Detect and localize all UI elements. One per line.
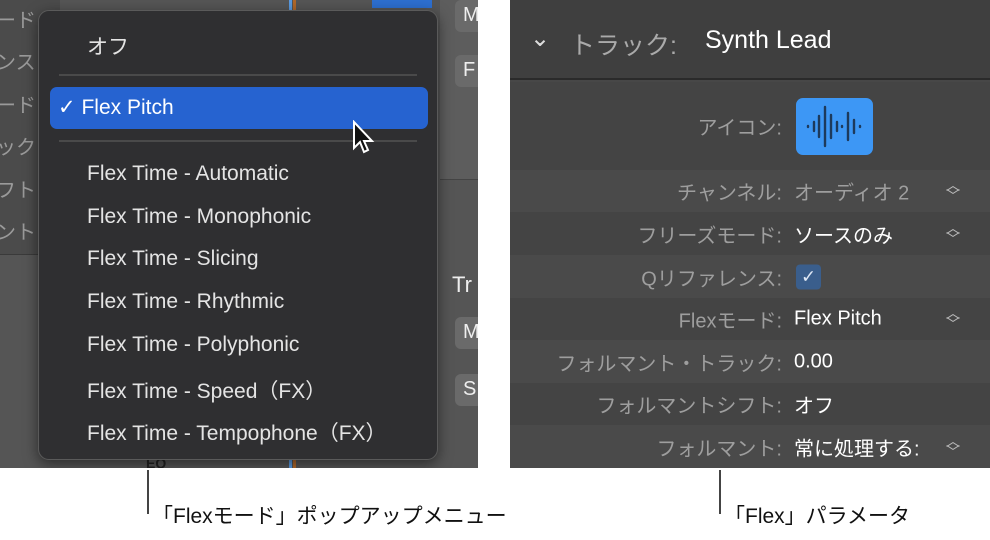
- caption-flex-mode-popup: 「Flexモード」ポップアップメニュー: [152, 505, 507, 528]
- bg-button[interactable]: M: [455, 317, 478, 349]
- row-label: Qリファレンス:: [641, 268, 782, 290]
- menu-item-flex-time-tempophone[interactable]: Flex Time - Tempophone（FX）: [87, 417, 387, 447]
- formant-shift-value[interactable]: オフ: [794, 390, 834, 419]
- header-prefix: トラック:: [570, 32, 677, 60]
- row-label: フォルマント・トラック:: [556, 353, 782, 375]
- row-icon: アイコン:: [510, 82, 990, 170]
- row-q-reference: Qリファレンス: ✓: [510, 255, 990, 298]
- row-label: チャンネル:: [677, 182, 782, 205]
- inspector-header[interactable]: ⌄ トラック: Synth Lead: [510, 0, 990, 80]
- stepper-icon[interactable]: ︿ ﹀: [946, 221, 960, 246]
- channel-value: オーディオ 2: [794, 182, 910, 205]
- stepper-icon[interactable]: ︿ ﹀: [946, 434, 960, 459]
- waveform-icon: [806, 105, 862, 148]
- bg-button[interactable]: M: [455, 0, 478, 32]
- bg-label: ード: [0, 95, 36, 117]
- row-label: フォルマント:: [656, 438, 782, 460]
- row-flex-mode[interactable]: Flexモード: Flex Pitch ︿ ﹀: [510, 298, 990, 340]
- freeze-mode-popup[interactable]: ソースのみ: [794, 219, 893, 248]
- menu-item-flex-time-monophonic[interactable]: Flex Time - Monophonic: [87, 205, 311, 229]
- menu-separator: [59, 74, 417, 76]
- flex-mode-popup-menu: オフ ✓ Flex Pitch Flex Time - Automatic Fl…: [38, 10, 438, 460]
- bg-button[interactable]: F: [455, 55, 478, 87]
- stepper-icon[interactable]: ︿ ﹀: [946, 306, 960, 331]
- bg-button[interactable]: S: [455, 374, 478, 406]
- mouse-cursor-icon: [353, 120, 375, 154]
- row-freeze-mode[interactable]: フリーズモード: ソースのみ ︿ ﹀: [510, 212, 990, 255]
- track-icon-button[interactable]: [796, 98, 873, 155]
- track-name: Synth Lead: [705, 26, 832, 54]
- row-channel: チャンネル: オーディオ 2 ︿ ﹀: [510, 170, 990, 212]
- row-label: アイコン:: [697, 117, 782, 140]
- menu-item-off[interactable]: オフ: [87, 31, 129, 61]
- row-label: フリーズモード:: [637, 225, 782, 247]
- bg-label: ード: [0, 10, 36, 32]
- menu-item-flex-time-slicing[interactable]: Flex Time - Slicing: [87, 247, 259, 271]
- chevron-down-icon[interactable]: ⌄: [530, 24, 550, 53]
- flex-mode-popup[interactable]: Flex Pitch: [794, 308, 882, 331]
- menu-item-flex-time-speed[interactable]: Flex Time - Speed（FX）: [87, 375, 326, 405]
- checkmark-icon: ✓: [58, 96, 76, 119]
- row-formant-track: フォルマント・トラック: 0.00: [510, 340, 990, 383]
- bg-blue-button: [372, 0, 432, 8]
- bg-label: ント: [0, 222, 36, 244]
- callout-line: [719, 470, 721, 514]
- menu-item-flex-time-rhythmic[interactable]: Flex Time - Rhythmic: [87, 290, 284, 314]
- formant-track-value[interactable]: 0.00: [794, 350, 833, 373]
- row-formant-shift: フォルマントシフト: オフ: [510, 383, 990, 425]
- menu-item-label: Flex Pitch: [81, 96, 174, 119]
- q-reference-checkbox[interactable]: ✓: [796, 264, 821, 289]
- menu-item-flex-time-polyphonic[interactable]: Flex Time - Polyphonic: [87, 333, 299, 357]
- bg-label: ック: [0, 137, 36, 159]
- row-formant[interactable]: フォルマント: 常に処理する: ︿ ﹀: [510, 425, 990, 468]
- stepper-icon: ︿ ﹀: [946, 177, 960, 204]
- bg-label: ンス: [0, 52, 36, 74]
- row-label: フォルマントシフト:: [596, 395, 782, 418]
- logic-screenshot: ード ンス ード ック フト ント M F Tr M S EQ オフ ✓ Fle…: [0, 0, 478, 468]
- row-label: Flexモード:: [678, 310, 782, 333]
- formant-popup[interactable]: 常に処理する:: [794, 432, 920, 461]
- caption-flex-parameters: 「Flex」パラメータ: [724, 505, 911, 528]
- bg-label: Tr: [452, 272, 472, 297]
- bg-label: フト: [0, 180, 36, 202]
- track-inspector: ⌄ トラック: Synth Lead アイコン: チャンネル: オーディオ 2 ︿ ﹀…: [510, 0, 990, 468]
- menu-item-flex-time-automatic[interactable]: Flex Time - Automatic: [87, 162, 289, 186]
- callout-line: [147, 470, 149, 514]
